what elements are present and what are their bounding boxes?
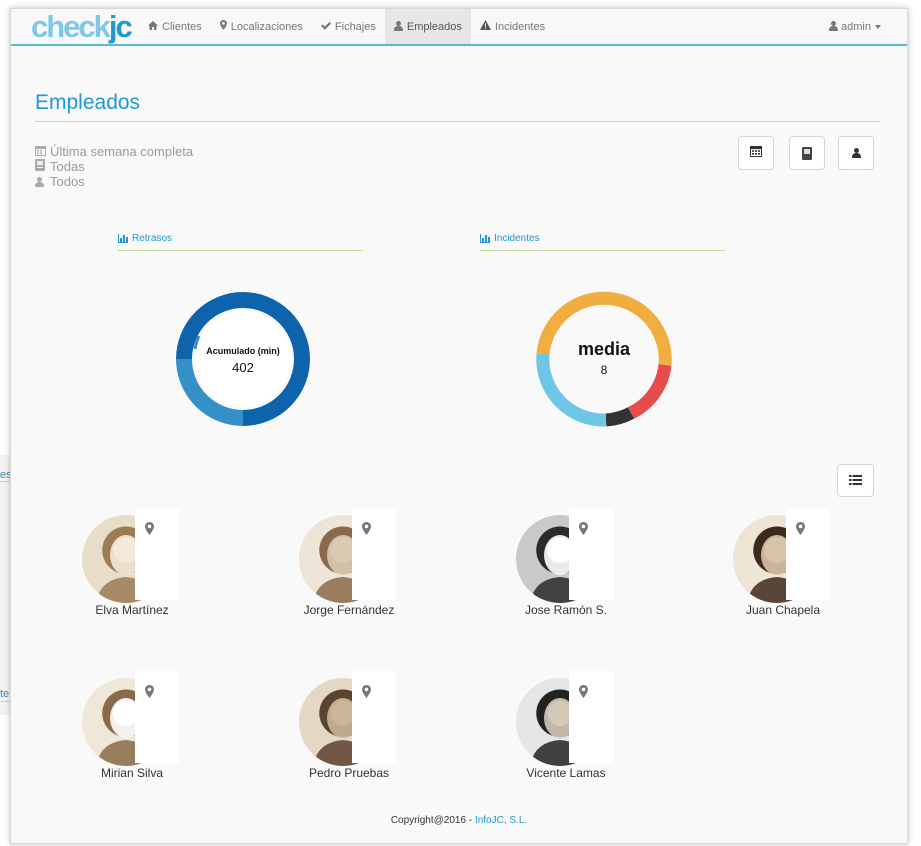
footer: Copyright@2016 - InfoJC, S.L. bbox=[11, 815, 907, 826]
employee-photo-panel bbox=[135, 508, 179, 600]
retrasos-center-label: Acumulado (min) bbox=[206, 346, 280, 356]
active-filters: Última semana completa Todas Todos bbox=[35, 144, 193, 189]
filter-employees: Todos bbox=[35, 174, 193, 189]
calendar-icon bbox=[750, 144, 762, 162]
employee-photo-panel bbox=[786, 508, 830, 600]
incidentes-chart-title: Incidentes bbox=[480, 233, 540, 244]
device-icon bbox=[35, 159, 48, 174]
nav-item-fichajes[interactable]: Fichajes bbox=[312, 9, 385, 44]
main-nav: Clientes Localizaciones Fichajes Emplead… bbox=[139, 9, 554, 44]
employee-photo-frame bbox=[279, 508, 409, 603]
nav-item-label: Clientes bbox=[162, 20, 202, 33]
employee-name: Jose Ramón S. bbox=[524, 603, 608, 617]
map-marker-icon[interactable] bbox=[362, 685, 371, 698]
employee-photo-frame bbox=[62, 671, 192, 766]
date-filter-button[interactable] bbox=[738, 136, 774, 170]
warning-icon bbox=[479, 20, 491, 33]
top-navbar: checkjc Clientes Localizaciones Fichajes bbox=[11, 9, 907, 46]
nav-item-incidentes[interactable]: Incidentes bbox=[471, 9, 554, 44]
employee-name: Juan Chapela bbox=[745, 603, 821, 617]
chevron-down-icon bbox=[875, 24, 881, 29]
app-window: checkjc Clientes Localizaciones Fichajes bbox=[10, 8, 908, 844]
nav-item-label: Empleados bbox=[406, 20, 462, 33]
user-icon bbox=[851, 144, 861, 162]
filter-device: Todas bbox=[35, 159, 193, 174]
incidentes-center-label: media bbox=[577, 339, 631, 359]
check-icon bbox=[320, 21, 331, 33]
employee-card[interactable]: Pedro Pruebas bbox=[229, 671, 409, 781]
employee-photo-panel bbox=[352, 508, 396, 600]
title-divider bbox=[35, 121, 880, 122]
nav-item-empleados[interactable]: Empleados bbox=[384, 9, 471, 44]
map-marker-icon[interactable] bbox=[145, 685, 154, 698]
employee-photo-frame bbox=[496, 671, 626, 766]
employee-name: Pedro Pruebas bbox=[308, 766, 390, 780]
copyright-text: Copyright@2016 - bbox=[390, 815, 475, 826]
employee-card[interactable]: Jorge Fernández bbox=[229, 508, 409, 618]
employee-name: Vicente Lamas bbox=[526, 766, 606, 780]
chart-divider bbox=[118, 250, 363, 251]
retrasos-center-value: 402 bbox=[232, 360, 254, 375]
chart-divider bbox=[480, 250, 725, 251]
retrasos-chart-title: Retrasos bbox=[118, 233, 172, 244]
nav-item-label: Incidentes bbox=[494, 20, 546, 33]
nav-item-clientes[interactable]: Clientes bbox=[139, 9, 211, 44]
employee-photo-frame bbox=[496, 508, 626, 603]
list-view-button[interactable] bbox=[837, 464, 874, 497]
nav-item-label: Fichajes bbox=[334, 20, 376, 33]
employee-card[interactable]: Jose Ramón S. bbox=[446, 508, 626, 618]
employee-filter-button[interactable] bbox=[838, 136, 874, 170]
nav-item-localizaciones[interactable]: Localizaciones bbox=[211, 9, 312, 44]
incidentes-center-value: 8 bbox=[600, 363, 608, 377]
user-icon bbox=[35, 174, 48, 189]
map-marker-icon[interactable] bbox=[796, 522, 805, 535]
nav-item-label: Localizaciones bbox=[230, 20, 303, 33]
employee-photo-frame bbox=[713, 508, 843, 603]
map-marker-icon[interactable] bbox=[579, 522, 588, 535]
employee-card[interactable]: Juan Chapela bbox=[663, 508, 843, 618]
calendar-icon bbox=[35, 144, 48, 159]
user-menu[interactable]: admin bbox=[829, 9, 881, 44]
map-marker-icon[interactable] bbox=[145, 522, 154, 535]
home-icon bbox=[148, 20, 158, 33]
bar-chart-icon bbox=[480, 234, 490, 243]
employee-name: Elva Martínez bbox=[95, 603, 169, 617]
map-marker-icon[interactable] bbox=[579, 685, 588, 698]
filter-period: Última semana completa bbox=[35, 144, 193, 159]
employee-photo-frame bbox=[279, 671, 409, 766]
employee-name: Jorge Fernández bbox=[303, 603, 395, 617]
employee-photo-panel bbox=[352, 671, 396, 763]
bar-chart-icon bbox=[118, 234, 128, 243]
page-title: Empleados bbox=[35, 91, 141, 114]
company-link[interactable]: InfoJC, S.L. bbox=[475, 815, 527, 826]
device-icon bbox=[802, 146, 812, 160]
retrasos-donut-chart: Acumulado (min) 402 bbox=[173, 289, 313, 429]
employee-card[interactable]: Elva Martínez bbox=[12, 508, 192, 618]
map-marker-icon bbox=[219, 20, 227, 33]
incidentes-donut-chart: media 8 bbox=[534, 289, 674, 429]
user-icon bbox=[393, 20, 403, 33]
employee-photo-frame bbox=[62, 508, 192, 603]
map-marker-icon[interactable] bbox=[362, 522, 371, 535]
list-icon bbox=[849, 472, 862, 490]
user-menu-label: admin bbox=[841, 20, 871, 33]
incidentes-segment-dark bbox=[605, 407, 635, 427]
brand-logo[interactable]: checkjc bbox=[31, 11, 133, 43]
user-icon bbox=[829, 20, 839, 33]
employee-photo-panel bbox=[135, 671, 179, 763]
employee-card[interactable]: Mirian Silva bbox=[12, 671, 192, 781]
employee-photo-panel bbox=[569, 508, 613, 600]
employee-name: Mirian Silva bbox=[100, 766, 163, 780]
background-text-fragment: te bbox=[0, 688, 10, 700]
employee-card[interactable]: Vicente Lamas bbox=[446, 671, 626, 781]
device-filter-button[interactable] bbox=[789, 136, 825, 170]
employee-photo-panel bbox=[569, 671, 613, 763]
